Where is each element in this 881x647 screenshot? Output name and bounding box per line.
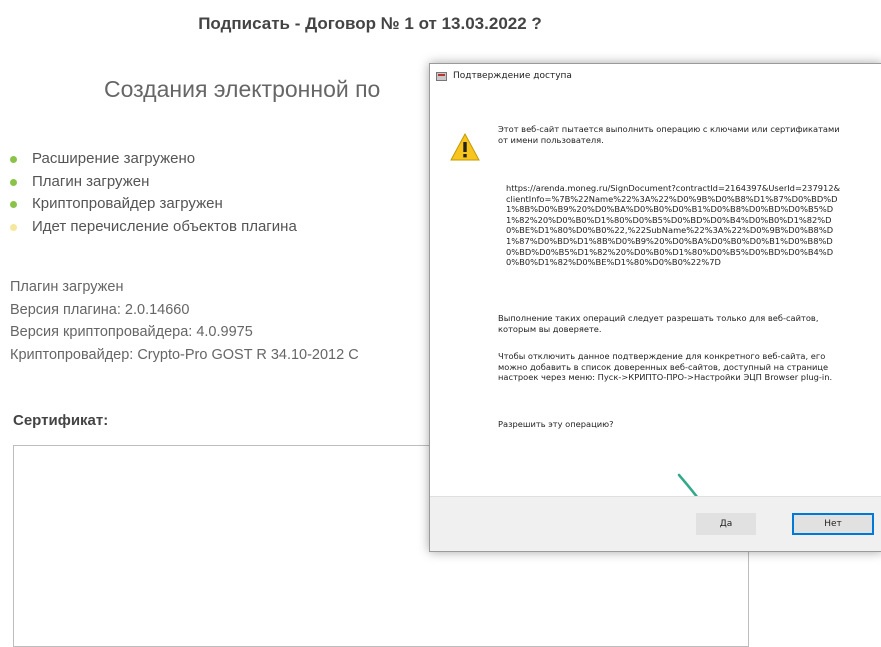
- plugin-version-text: Версия плагина: 2.0.14660: [10, 301, 190, 318]
- status-item-label: Криптопровайдер загружен: [32, 195, 223, 212]
- yes-button[interactable]: Да: [696, 513, 756, 535]
- status-dot-icon: [10, 201, 17, 208]
- dialog-body: Этот веб-сайт пытается выполнить операци…: [430, 88, 881, 519]
- status-item-plugin: Плагин загружен: [10, 171, 297, 194]
- dialog-footer: Да Нет: [430, 496, 881, 551]
- csp-name-text: Криптопровайдер: Crypto-Pro GOST R 34.10…: [10, 346, 359, 363]
- status-dot-icon: [10, 178, 17, 186]
- access-confirmation-dialog: Подтверждение доступа Этот веб-сайт пыта…: [429, 63, 881, 552]
- certificate-label: Сертификат:: [13, 412, 109, 429]
- csp-version-text: Версия криптопровайдера: 4.0.9975: [10, 324, 253, 340]
- status-dot-icon: [10, 223, 17, 231]
- status-item-csp: Криптопровайдер загружен: [10, 193, 297, 216]
- page-title: Подписать - Договор № 1 от 13.03.2022 ?: [198, 14, 542, 33]
- status-item-extension: Расширение загружено: [10, 148, 297, 171]
- no-button[interactable]: Нет: [792, 513, 874, 535]
- warning-message: Этот веб-сайт пытается выполнить операци…: [498, 124, 840, 145]
- warning-icon: [450, 132, 480, 161]
- request-url: https://arenda.moneg.ru/SignDocument?con…: [506, 183, 841, 268]
- status-item-enumeration: Идет перечисление объектов плагина: [10, 216, 297, 239]
- plugin-loaded-text: Плагин загружен: [10, 279, 124, 295]
- section-heading: Создания электронной по: [104, 76, 381, 102]
- dialog-titlebar: Подтверждение доступа: [430, 64, 881, 88]
- trust-advice-text: Выполнение таких операций следует разреш…: [498, 313, 819, 334]
- dialog-title: Подтверждение доступа: [453, 71, 572, 81]
- allow-question: Разрешить эту операцию?: [498, 419, 614, 429]
- disable-confirmation-text: Чтобы отключить данное подтверждение для…: [498, 351, 833, 383]
- status-list: Расширение загружено Плагин загружен Кри…: [10, 148, 297, 238]
- status-dot-icon: [10, 156, 17, 163]
- status-item-label: Плагин загружен: [32, 172, 150, 190]
- status-item-label: Идет перечисление объектов плагина: [32, 217, 297, 235]
- plugin-info: Плагин загружен Версия плагина: 2.0.1466…: [10, 276, 359, 366]
- status-item-label: Расширение загружено: [32, 150, 196, 167]
- cryptopro-app-icon: [436, 71, 447, 82]
